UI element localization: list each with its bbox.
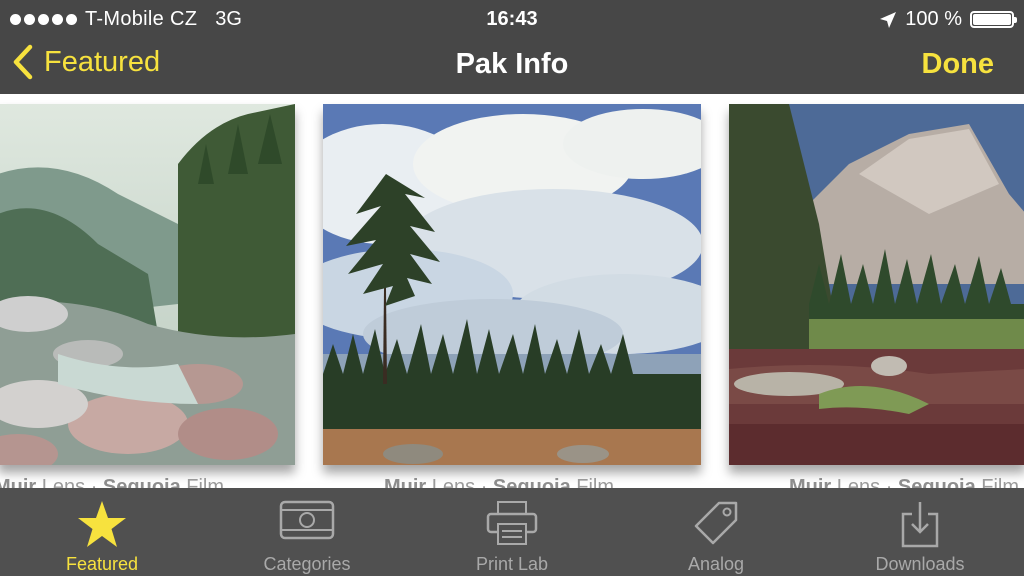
caption-lens: Muir bbox=[384, 476, 427, 488]
done-button[interactable]: Done bbox=[922, 48, 995, 81]
tab-downloads[interactable]: Downloads bbox=[818, 488, 1022, 576]
top-bar: T-Mobile CZ 3G 16:43 100 % Featured Pak … bbox=[0, 0, 1024, 94]
photo-caption: Muir Lens · Sequoia Film bbox=[0, 476, 224, 488]
tab-featured[interactable]: Featured bbox=[0, 488, 204, 576]
tab-label: Categories bbox=[263, 554, 351, 574]
tab-label: Print Lab bbox=[475, 554, 549, 574]
mountain-lake-photo[interactable] bbox=[729, 104, 1024, 465]
tab-print-lab[interactable]: Print Lab bbox=[410, 488, 614, 576]
tab-label: Featured bbox=[65, 554, 139, 574]
caption-film-suffix: Film bbox=[975, 476, 1020, 488]
caption-lens-suffix: Lens · bbox=[831, 476, 898, 488]
tag-icon bbox=[694, 501, 738, 545]
film-frame-icon bbox=[279, 500, 335, 540]
photo-caption: Muir Lens · Sequoia Film bbox=[789, 476, 1019, 488]
status-bar: T-Mobile CZ 3G 16:43 100 % bbox=[0, 0, 1024, 38]
battery-percentage: 100 % bbox=[905, 8, 962, 30]
tab-label: Downloads bbox=[875, 554, 965, 574]
photo-gallery[interactable]: Muir Lens · Sequoia Film Muir Lens · Seq… bbox=[0, 94, 1024, 488]
download-tray-icon bbox=[901, 502, 939, 548]
pine-tree-clouds-photo[interactable] bbox=[323, 104, 701, 465]
tab-categories[interactable]: Categories bbox=[205, 488, 409, 576]
caption-lens-suffix: Lens · bbox=[426, 476, 493, 488]
status-right: 100 % bbox=[879, 8, 1017, 31]
page-title: Pak Info bbox=[455, 48, 569, 80]
caption-lens: Muir bbox=[0, 476, 37, 488]
clock: 16:43 bbox=[486, 8, 538, 30]
star-icon bbox=[78, 501, 126, 547]
caption-film: Sequoia bbox=[102, 476, 181, 488]
battery-icon bbox=[970, 11, 1017, 28]
caption-film: Sequoia bbox=[492, 476, 571, 488]
printer-icon bbox=[486, 501, 538, 545]
tab-label: Analog bbox=[687, 554, 745, 574]
caption-lens: Muir bbox=[789, 476, 832, 488]
tab-bar: Featured Categories Print Lab Analog Dow… bbox=[0, 488, 1024, 576]
caption-lens-suffix: Lens · bbox=[36, 476, 103, 488]
caption-film-suffix: Film bbox=[570, 476, 615, 488]
caption-film-suffix: Film bbox=[180, 476, 225, 488]
river-valley-photo[interactable] bbox=[0, 104, 295, 465]
battery-fill bbox=[973, 14, 1011, 25]
location-arrow-icon bbox=[880, 11, 897, 28]
navigation-bar: Featured Pak Info Done bbox=[0, 38, 1024, 94]
tab-analog[interactable]: Analog bbox=[614, 488, 818, 576]
caption-film: Sequoia bbox=[897, 476, 976, 488]
photo-caption: Muir Lens · Sequoia Film bbox=[384, 476, 614, 488]
